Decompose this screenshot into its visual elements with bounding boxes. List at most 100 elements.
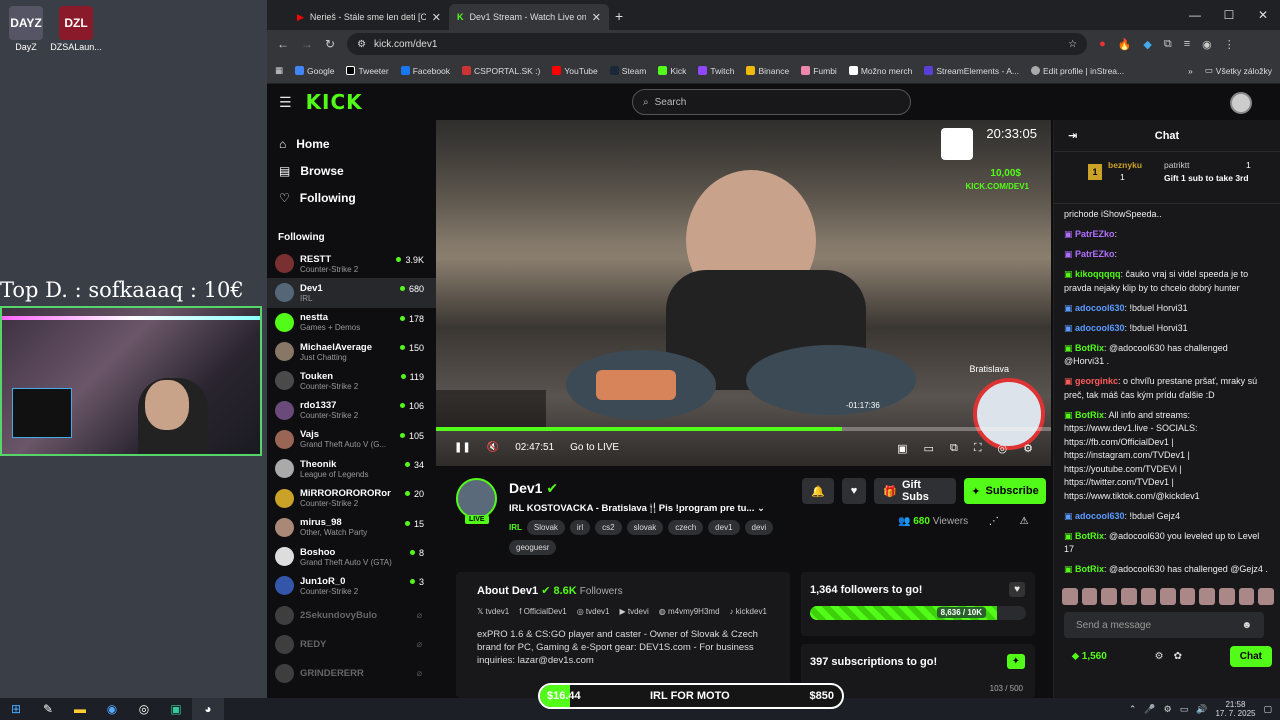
file-explorer-icon[interactable]: ▬ bbox=[64, 698, 96, 720]
chat-input[interactable]: Send a message ☻ bbox=[1064, 612, 1264, 638]
bookmark-tweeter[interactable]: Tweeter bbox=[346, 66, 389, 76]
bookmark-youtube[interactable]: YouTube bbox=[552, 66, 598, 76]
chat-username[interactable]: BotRix bbox=[1075, 410, 1104, 420]
subscribe-button[interactable]: ✦ Subscribe bbox=[964, 478, 1046, 504]
taskbar-app-icon[interactable]: ▣ bbox=[160, 698, 192, 720]
chat-username[interactable]: BotRix bbox=[1075, 564, 1104, 574]
nav-home[interactable]: ⌂ Home bbox=[267, 130, 436, 157]
bookmark-instreamly[interactable]: Edit profile | inStrea... bbox=[1031, 66, 1124, 76]
following-channel[interactable]: RESTT Counter-Strike 2 3.9K bbox=[267, 249, 436, 278]
bookmark-binance[interactable]: Binance bbox=[746, 66, 789, 76]
bookmark-kick[interactable]: Kick bbox=[658, 66, 686, 76]
discord-social-link[interactable]: ◍ m4vmy9H3md bbox=[659, 607, 720, 616]
bookmark-merch[interactable]: Možno merch bbox=[848, 66, 912, 76]
mute-icon[interactable]: 🔇 bbox=[487, 442, 499, 453]
chat-username[interactable]: adocool630 bbox=[1075, 323, 1125, 333]
stream-tag[interactable]: Slovak bbox=[526, 520, 565, 535]
bookmark-fumbi[interactable]: Fumbi bbox=[801, 66, 837, 76]
leaderboard-user[interactable]: patriktt bbox=[1164, 160, 1190, 170]
heart-icon[interactable]: ♥ bbox=[1009, 582, 1025, 597]
following-channel[interactable]: Touken Counter-Strike 2 119 bbox=[267, 366, 436, 395]
chat-username[interactable]: adocool630 bbox=[1075, 511, 1125, 521]
apps-grid-icon[interactable]: ▦ bbox=[275, 65, 283, 76]
notifications-bell-button[interactable]: 🔔 bbox=[802, 478, 834, 504]
follow-heart-button[interactable]: ♥ bbox=[841, 478, 867, 504]
gift-subs-button[interactable]: 🎁 Gift Subs bbox=[874, 478, 956, 504]
volume-icon[interactable]: 🔊 bbox=[1196, 704, 1207, 715]
chat-username[interactable]: adocool630 bbox=[1075, 303, 1125, 313]
send-chat-button[interactable]: Chat bbox=[1229, 646, 1272, 667]
extension-icon[interactable]: ● bbox=[1099, 38, 1106, 50]
chat-settings-icon[interactable]: ⚙ bbox=[1155, 651, 1164, 662]
network-icon[interactable]: ▭ bbox=[1180, 704, 1189, 715]
facebook-social-link[interactable]: f OfficialDev1 bbox=[519, 607, 566, 616]
more-bookmarks-icon[interactable]: » bbox=[1188, 66, 1193, 76]
search-input[interactable]: ⌕ Search bbox=[632, 89, 911, 115]
hamburger-menu-icon[interactable]: ☰ bbox=[279, 94, 292, 111]
following-channel[interactable]: MichaelAverage Just Chatting 150 bbox=[267, 337, 436, 366]
emote-picker-icon[interactable]: ☻ bbox=[1241, 620, 1252, 631]
subscribe-star-icon[interactable]: ✦ bbox=[1006, 654, 1025, 669]
following-channel-offline[interactable]: 2SekundovyBulo ⌀ bbox=[267, 601, 436, 630]
stream-tag[interactable]: dev1 bbox=[708, 520, 740, 535]
bookmark-twitch[interactable]: Twitch bbox=[698, 66, 734, 76]
stream-tag[interactable]: cs2 bbox=[595, 520, 622, 535]
extensions-puzzle-icon[interactable]: ⧉ bbox=[1164, 38, 1172, 51]
leaderboard-user[interactable]: beznyku bbox=[1108, 160, 1142, 170]
gift-prompt[interactable]: Gift 1 sub to take 3rd bbox=[1164, 173, 1249, 183]
nav-browse[interactable]: ▤ Browse bbox=[267, 157, 436, 184]
clip-icon[interactable]: ▣ bbox=[897, 442, 907, 455]
tray-app-icon[interactable]: ⚙ bbox=[1164, 704, 1172, 715]
seek-bar[interactable] bbox=[436, 427, 1051, 431]
following-channel[interactable]: Boshoo Grand Theft Auto V (GTA) 8 bbox=[267, 542, 436, 571]
profile-icon[interactable]: ◉ bbox=[1202, 38, 1212, 51]
streamer-name[interactable]: Dev1 ✔ bbox=[509, 480, 558, 497]
category-link[interactable]: IRL bbox=[509, 520, 522, 535]
following-channel[interactable]: Dev1 IRL 680 bbox=[267, 278, 436, 308]
stream-tag[interactable]: slovak bbox=[626, 520, 664, 535]
system-clock[interactable]: 21:58 17. 7. 2025 bbox=[1215, 700, 1255, 718]
all-bookmarks-folder[interactable]: ▭ Všetky záložky bbox=[1205, 65, 1272, 76]
video-player[interactable]: 20:33:05 10,00$ KICK.COM/DEV1 Bratislava… bbox=[436, 120, 1051, 466]
bookmark-facebook[interactable]: Facebook bbox=[400, 66, 450, 76]
pip-icon[interactable]: ⧉ bbox=[950, 442, 958, 455]
bookmark-streamelements[interactable]: StreamElements - A... bbox=[924, 66, 1019, 76]
stream-tag[interactable]: irl bbox=[569, 520, 591, 535]
notifications-icon[interactable]: ▢ bbox=[1263, 704, 1272, 715]
theater-icon[interactable]: ▭ bbox=[924, 442, 934, 455]
close-window-button[interactable]: ✕ bbox=[1246, 0, 1280, 30]
minimize-button[interactable]: — bbox=[1178, 0, 1212, 30]
bookmark-google[interactable]: Google bbox=[295, 66, 334, 76]
new-tab-button[interactable]: + bbox=[615, 8, 623, 24]
extension-icon[interactable]: ◆ bbox=[1143, 38, 1151, 51]
stream-tag[interactable]: devi bbox=[744, 520, 774, 535]
following-channel[interactable]: Jun1oR_0 Counter-Strike 2 3 bbox=[267, 571, 436, 600]
chat-tools-icon[interactable]: ✿ bbox=[1174, 651, 1182, 662]
dayz-desktop-icon[interactable]: DAYZ DayZ bbox=[0, 6, 52, 52]
report-icon[interactable]: ⚠ bbox=[1020, 516, 1029, 527]
site-info-icon[interactable]: ⚙ bbox=[357, 39, 366, 50]
chat-username[interactable]: PatrEZko bbox=[1075, 229, 1115, 239]
chat-username[interactable]: georginkc bbox=[1075, 376, 1118, 386]
chat-username[interactable]: PatrEZko bbox=[1075, 249, 1115, 259]
following-channel[interactable]: rdo1337 Counter-Strike 2 106 bbox=[267, 395, 436, 424]
speed-icon[interactable]: ◎ bbox=[998, 442, 1008, 455]
following-channel-offline[interactable]: REDY ⌀ bbox=[267, 630, 436, 659]
forward-icon[interactable]: → bbox=[301, 37, 313, 51]
pause-icon[interactable]: ❚❚ bbox=[454, 442, 471, 453]
following-channel[interactable]: Theonik League of Legends 34 bbox=[267, 454, 436, 483]
reload-icon[interactable]: ↻ bbox=[325, 37, 335, 51]
chat-username[interactable]: BotRix bbox=[1075, 531, 1104, 541]
bookmark-star-icon[interactable]: ☆ bbox=[1068, 39, 1077, 50]
stream-tag[interactable]: geoguesr bbox=[509, 540, 557, 555]
extension-icon[interactable]: 🔥 bbox=[1118, 38, 1132, 51]
following-channel[interactable]: mirus_98 Other, Watch Party 15 bbox=[267, 513, 436, 542]
collapse-chat-icon[interactable]: ⇥ bbox=[1068, 129, 1077, 142]
following-channel[interactable]: nestta Games + Demos 178 bbox=[267, 308, 436, 337]
go-to-live-button[interactable]: Go to LIVE bbox=[570, 442, 619, 453]
maximize-button[interactable]: ☐ bbox=[1212, 0, 1246, 30]
taskbar-app-icon[interactable]: ◉ bbox=[96, 698, 128, 720]
menu-dots-icon[interactable]: ⋮ bbox=[1224, 38, 1235, 51]
start-windows-icon[interactable]: ⊞ bbox=[0, 698, 32, 720]
back-icon[interactable]: ← bbox=[277, 37, 289, 51]
